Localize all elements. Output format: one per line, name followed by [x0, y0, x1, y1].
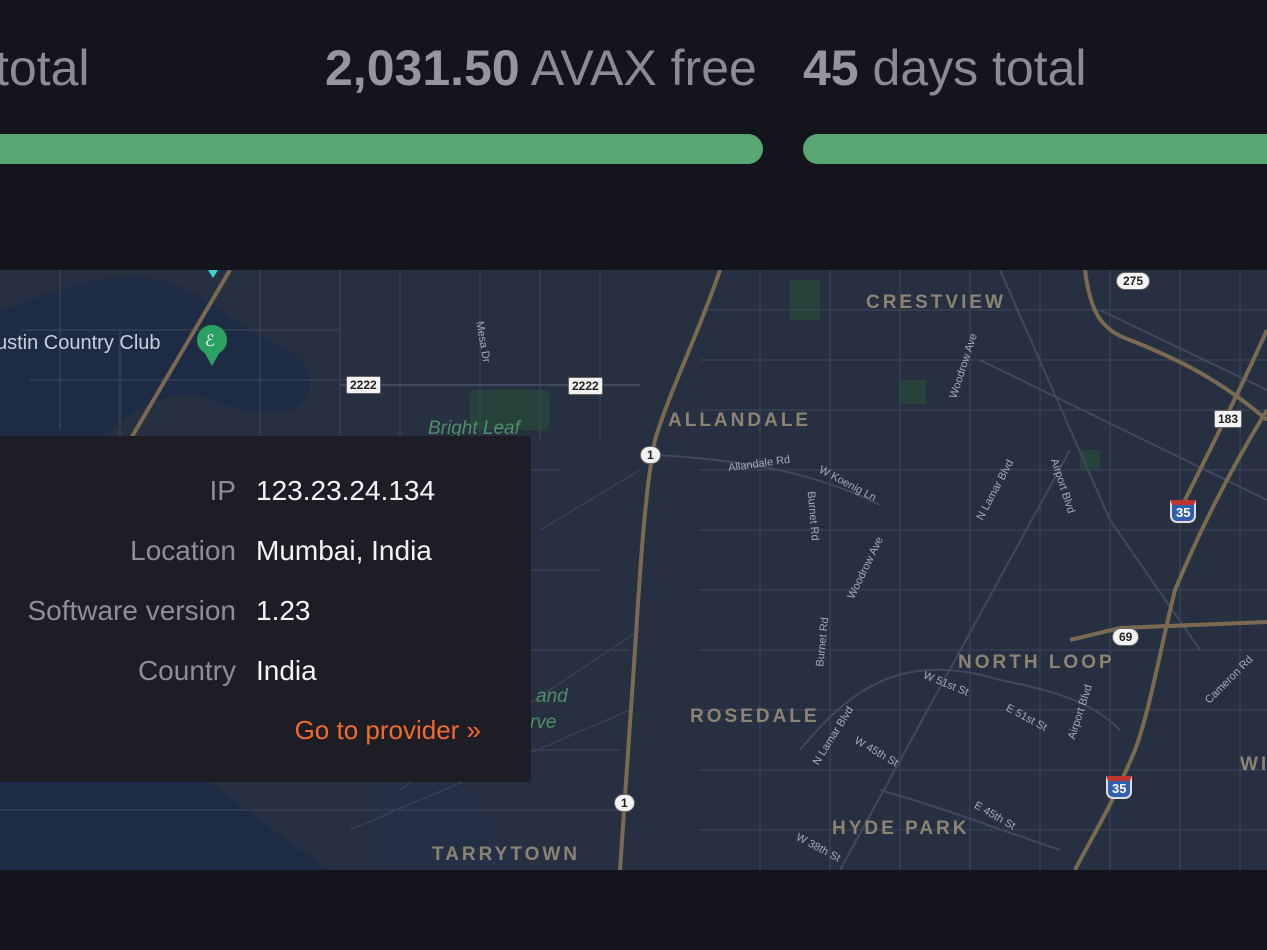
stat-avax-free: 2,031.50 AVAX free — [325, 38, 757, 98]
country-label: Country — [137, 655, 236, 686]
district-label: HYDE PARK — [832, 818, 970, 839]
stat-days-unit: days total — [872, 40, 1087, 96]
ip-value: 123.23.24.134 — [256, 475, 436, 506]
ip-label: IP — [209, 475, 236, 506]
district-label: ALLANDALE — [668, 410, 812, 431]
software-version-row: Software version 1.23 — [0, 591, 531, 631]
stat-avax-free-unit: AVAX free — [530, 40, 757, 96]
location-label: Location — [130, 535, 236, 566]
country-row: Country India — [0, 651, 531, 691]
park-label: and — [536, 686, 568, 707]
ip-row: IP 123.23.24.134 — [0, 471, 531, 511]
country-value: India — [256, 655, 317, 686]
district-label: ROSEDALE — [690, 706, 820, 727]
district-label: WI — [1240, 754, 1267, 775]
highway-shield: 69 — [1112, 628, 1140, 646]
stat-total: total — [0, 38, 90, 98]
stat-avax-free-value: 2,031.50 — [325, 40, 520, 96]
district-label: CRESTVIEW — [866, 292, 1006, 313]
software-version-value: 1.23 — [256, 595, 311, 626]
stat-days-value: 45 — [803, 40, 859, 96]
stat-total-unit: total — [0, 40, 90, 96]
district-label: NORTH LOOP — [958, 652, 1115, 673]
software-version-label: Software version — [27, 595, 236, 626]
district-label: TARRYTOWN — [432, 844, 581, 865]
stat-days-total: 45 days total — [803, 38, 1087, 98]
highway-shield: 2222 — [568, 377, 603, 395]
go-to-provider-link[interactable]: Go to provider » — [295, 712, 481, 748]
highway-shield: 2222 — [346, 376, 381, 394]
place-label: ustin Country Club — [0, 332, 161, 354]
interstate-shield: 35 — [1170, 500, 1197, 523]
highway-shield: 1 — [614, 794, 635, 812]
svg-text:ℰ: ℰ — [205, 331, 215, 350]
location-row: Location Mumbai, India — [0, 531, 531, 571]
provider-popup: IP 123.23.24.134 Location Mumbai, India … — [0, 436, 531, 782]
highway-shield: 183 — [1214, 410, 1243, 428]
highway-shield: 1 — [640, 446, 661, 464]
park-label: rve — [530, 712, 557, 733]
progress-bar-avax — [0, 134, 763, 164]
location-value: Mumbai, India — [256, 535, 432, 566]
highway-shield: 275 — [1116, 272, 1151, 290]
progress-bar-days — [803, 134, 1267, 164]
interstate-shield: 35 — [1106, 776, 1133, 799]
